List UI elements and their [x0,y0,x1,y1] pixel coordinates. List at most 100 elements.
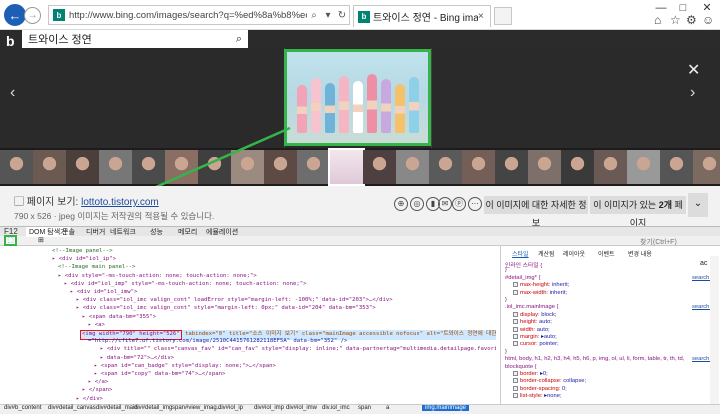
visual-search-icon[interactable]: ⊕ [394,197,408,211]
breadcrumb-item[interactable]: span [358,405,371,411]
style-rule-line[interactable]: html, body, h1, h2, h3, h4, h5, h6, p, i… [505,356,718,363]
style-checkbox[interactable] [513,385,518,391]
breadcrumb-item[interactable]: div#iol_imw [286,405,317,411]
dom-node[interactable]: ▸ <div style="-ms-touch-action: none; to… [58,273,257,281]
styles-scrollbar[interactable] [710,256,719,404]
style-rule-line[interactable]: border-collapse: collapse; [513,378,586,384]
style-checkbox[interactable] [513,378,518,384]
style-tab[interactable]: 스타일 [512,249,529,258]
style-rule-line[interactable]: max-height: inherit; [513,282,569,288]
style-checkbox[interactable] [513,371,518,376]
dom-node[interactable]: ▸ <div class="iol_imc valign_cont" loadE… [76,297,393,305]
dom-node[interactable]: ▸ <a> [88,322,105,330]
breadcrumb-item[interactable]: div#detail_img [134,405,172,411]
style-value: inherit; [548,289,568,296]
style-value: auto; [537,319,552,326]
style-tab[interactable]: 변경 내용 [628,249,652,258]
style-checkbox[interactable] [513,393,518,399]
breadcrumb-item[interactable]: div#iol_ip [218,405,243,411]
breadcrumb-item[interactable]: div.iol_imc [322,405,350,411]
breadcrumb-item[interactable]: a [386,405,389,411]
more-icon[interactable]: ⋯ [468,197,482,211]
expand-button[interactable]: ⌄ [688,193,708,217]
devtools-toolbar [0,236,720,246]
devtools-tab[interactable]: 디버거 [86,227,105,237]
devtools-tabbar: F12 [0,226,720,236]
style-rule-line[interactable]: list-style: ▸none; [513,393,562,399]
style-rule-line[interactable]: max-width: inherit; [513,289,568,296]
style-selector: .iol_imc.mainImage { [505,304,559,311]
style-checkbox[interactable] [513,341,518,347]
share-icon[interactable]: ✉ [438,197,452,211]
style-rule-line[interactable]: } [505,349,507,355]
breadcrumb-item[interactable]: img.mainImage [422,405,470,411]
style-rule-line[interactable]: cursor: pointer; [513,341,559,347]
dom-node[interactable]: <!--Image main panel--> [58,264,135,272]
style-checkbox[interactable] [513,334,518,339]
pinterest-icon[interactable]: ⓟ [452,197,466,211]
style-property: list-style: [520,393,543,400]
dom-node[interactable]: ▸ <span data-bm="355"> [82,314,156,322]
style-selector: html, body, h1, h2, h3, h4, h5, h6, p, i… [505,356,685,363]
target-icon[interactable]: ◎ [410,197,424,211]
pages-count: 2개 [658,200,672,210]
dom-node[interactable]: ▸ <div id="iol_imp" style="-ms-touch-act… [64,281,306,289]
style-tab[interactable]: 계산됨 [538,249,555,258]
dom-node[interactable]: ▸ <div id="iol_imw"> [70,289,137,297]
style-tab[interactable]: 레이아웃 [563,249,585,258]
style-value: collapse; [561,378,587,385]
style-rule-line[interactable]: width: auto; [513,326,550,333]
style-property: cursor: [520,341,538,348]
dom-node[interactable]: <!--Image panel--> [52,248,113,256]
style-rule-line[interactable]: .iol_imc.mainImage {search (5) [505,304,718,311]
style-rule-line[interactable]: display: block; [513,311,556,318]
source-link[interactable]: lottoto.tistory.com [81,197,159,208]
styles-pane: 인라인 스타일 {} #detail_img* {search (5) max-he… [500,246,720,404]
style-checkbox[interactable] [513,326,518,332]
style-checkbox[interactable] [513,282,518,288]
breadcrumb-item[interactable]: span#view_imag... [172,405,222,411]
source-line: ▢ 페이지 보기: lottoto.tistory.com [14,193,159,208]
style-tab[interactable]: 이벤트 [598,249,615,258]
style-rule-line[interactable]: height: auto; [513,319,552,325]
style-rule-line[interactable]: } [505,297,507,303]
more-info-button[interactable]: 이 이미지에 대한 자세한 정보 [484,196,588,228]
dom-node[interactable]: ▸ <div title="" class="canvas_fav" id="c… [100,346,496,354]
devtools-tab[interactable]: 네트워크 [110,227,136,237]
devtools-tab[interactable]: 메모리 [178,227,197,237]
style-rule-line[interactable]: border-spacing: 0; [513,385,567,392]
style-property: width: [520,326,536,333]
pages-with-image-button[interactable]: 이 이미지가 있는 2개 페이지 [590,196,686,228]
page-icon: ▢ [14,197,27,208]
breadcrumb-item[interactable]: div#b_content [4,405,41,411]
dom-node[interactable]: ▸ <div class="iol_imc valign_cont" style… [76,305,376,313]
style-rule-line[interactable]: blockquote { [505,364,537,370]
style-rule-line[interactable]: #detail_img* {search (5) [505,275,718,281]
img-attributes: tabindex="0" title="소스 이미지 보기" class="ma… [185,331,496,337]
dom-node[interactable]: ▸ </span> [82,387,112,395]
dom-node[interactable]: ▸ data-bm="72">…</div> [100,355,174,363]
dom-node[interactable]: ▸ <div id="iol_ip"> [52,256,116,264]
dom-node[interactable]: ▸ <span id="copy" data-bm="74">…</span> [94,371,225,379]
pin-icon[interactable]: ⊞ [38,236,44,244]
devtools-tab[interactable]: 성능 [150,227,163,237]
dom-node[interactable]: ▸ </a> [88,379,108,387]
devtools-tab[interactable]: 에뮬레이션 [206,227,238,237]
dom-node[interactable]: ▸ </div> [76,396,103,404]
style-rule-line[interactable]: 인라인 스타일 { [505,260,542,269]
breadcrumb-item[interactable]: div#detail_canvas [48,405,96,411]
dom-node[interactable]: ▸ <span id="can_badge" style="display: n… [94,363,276,371]
devtools-tab[interactable]: 콘솔 [62,227,75,237]
style-rule-line[interactable]: border: ▸0; [513,371,548,377]
style-property: height: [520,319,538,326]
style-rule-line[interactable]: } [505,267,507,273]
style-checkbox[interactable] [513,319,518,325]
style-checkbox[interactable] [513,311,518,317]
style-checkbox[interactable] [513,289,518,295]
breadcrumb-item[interactable]: div#detail_main [96,405,138,411]
breadcrumb-item[interactable]: div#iol_imp [254,405,284,411]
styles-extra[interactable]: ac [700,260,707,267]
select-element-icon[interactable]: ⬚ [4,235,17,246]
style-value: ▸auto; [539,334,557,341]
style-rule-line[interactable]: margin: ▸auto; [513,334,557,340]
